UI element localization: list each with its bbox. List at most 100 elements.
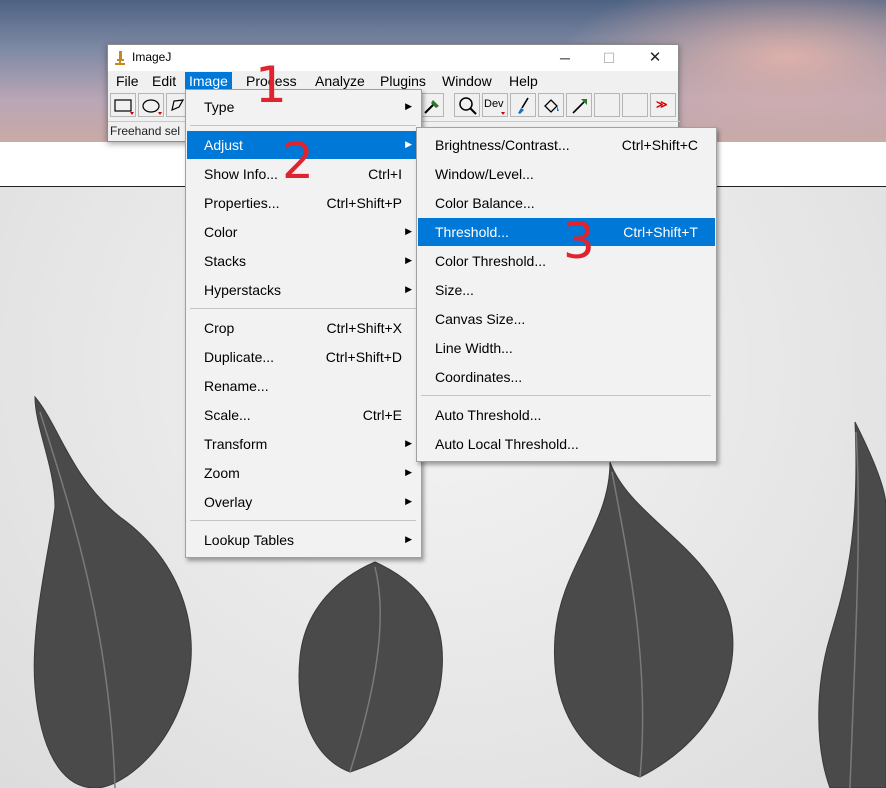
menu-item-brightness-contrast[interactable]: Brightness/Contrast... Ctrl+Shift+C	[418, 131, 715, 159]
menu-item-label: Auto Local Threshold...	[435, 436, 579, 452]
menu-item-coordinates[interactable]: Coordinates...	[418, 363, 715, 391]
leaf-1	[33, 395, 192, 788]
maximize-button[interactable]: ☐	[586, 45, 632, 71]
brush-tool[interactable]	[510, 93, 536, 117]
more-tools-button[interactable]: ≫	[650, 93, 676, 117]
menu-item-zoom[interactable]: Zoom ▶	[187, 459, 420, 487]
submenu-arrow-icon: ▶	[405, 496, 412, 506]
annotation-step-1: 1	[255, 56, 287, 114]
menu-image[interactable]: Image	[185, 72, 232, 90]
menu-item-shortcut: Ctrl+I	[368, 166, 402, 182]
menu-file[interactable]: File	[112, 72, 143, 90]
menu-edit[interactable]: Edit	[148, 72, 180, 90]
menu-item-auto-threshold[interactable]: Auto Threshold...	[418, 401, 715, 429]
menu-item-hyperstacks[interactable]: Hyperstacks ▶	[187, 276, 420, 304]
menu-item-label: Auto Threshold...	[435, 407, 542, 423]
dev-tool[interactable]: Dev	[482, 93, 508, 117]
submenu-arrow-icon: ▶	[405, 139, 412, 149]
polygon-tool[interactable]	[166, 93, 186, 117]
menu-item-shortcut: Ctrl+Shift+C	[621, 137, 698, 153]
menu-item-label: Hyperstacks	[204, 282, 282, 298]
menu-item-label: Duplicate...	[204, 349, 275, 365]
magnifier-tool[interactable]	[454, 93, 480, 117]
arrow-tool[interactable]	[566, 93, 592, 117]
menu-item-color[interactable]: Color ▶	[187, 218, 420, 246]
menu-bar: File Edit Image Process Analyze Plugins …	[108, 71, 678, 91]
eyedropper-icon	[424, 100, 439, 114]
menu-item-label: Crop	[204, 320, 235, 336]
magnifier-icon	[459, 97, 477, 115]
empty-tool-slot[interactable]	[622, 93, 648, 117]
menu-item-crop[interactable]: Crop Ctrl+Shift+X	[187, 314, 420, 342]
menu-item-label: Show Info...	[204, 166, 278, 182]
menu-item-label: Adjust	[204, 137, 243, 153]
leaf-3	[553, 461, 734, 778]
menu-item-label: Overlay	[204, 494, 253, 510]
menu-item-label: Scale...	[204, 407, 251, 423]
menu-separator	[421, 395, 711, 396]
window-title: ImageJ	[132, 50, 172, 64]
title-bar[interactable]: ImageJ ─ ☐ ✕	[108, 45, 678, 71]
submenu-arrow-icon: ▶	[405, 467, 412, 477]
submenu-arrow-icon: ▶	[405, 534, 412, 544]
annotation-step-3: 3	[563, 212, 595, 270]
menu-item-shortcut: Ctrl+E	[362, 407, 402, 423]
menu-item-label: Color Threshold...	[435, 253, 547, 269]
menu-analyze[interactable]: Analyze	[311, 72, 369, 90]
oval-tool[interactable]	[138, 93, 164, 117]
rectangle-tool[interactable]	[110, 93, 136, 117]
menu-item-label: Rename...	[204, 378, 269, 394]
flood-fill-tool[interactable]	[538, 93, 564, 117]
menu-item-label: Window/Level...	[435, 166, 534, 182]
menu-plugins[interactable]: Plugins	[376, 72, 430, 90]
menu-item-window-level[interactable]: Window/Level...	[418, 160, 715, 188]
menu-item-duplicate[interactable]: Duplicate... Ctrl+Shift+D	[187, 343, 420, 371]
submenu-arrow-icon: ▶	[405, 438, 412, 448]
submenu-arrow-icon: ▶	[405, 226, 412, 236]
menu-item-label: Threshold...	[435, 224, 509, 240]
empty-tool-slot[interactable]	[594, 93, 620, 117]
menu-item-properties[interactable]: Properties... Ctrl+Shift+P	[187, 189, 420, 217]
menu-item-shortcut: Ctrl+Shift+D	[325, 349, 402, 365]
adjust-submenu: Brightness/Contrast... Ctrl+Shift+C Wind…	[416, 127, 717, 462]
menu-item-auto-local-threshold[interactable]: Auto Local Threshold...	[418, 430, 715, 458]
menu-item-stacks[interactable]: Stacks ▶	[187, 247, 420, 275]
submenu-arrow-icon: ▶	[405, 255, 412, 265]
brush-icon	[518, 97, 529, 114]
close-button[interactable]: ✕	[632, 45, 678, 71]
menu-item-type[interactable]: Type ▶	[187, 93, 420, 121]
menu-item-label: Color Balance...	[435, 195, 535, 211]
menu-item-label: Transform	[204, 436, 268, 452]
menu-item-overlay[interactable]: Overlay ▶	[187, 488, 420, 516]
submenu-arrow-icon: ▶	[405, 101, 412, 111]
menu-item-label: Stacks	[204, 253, 247, 269]
menu-item-transform[interactable]: Transform ▶	[187, 430, 420, 458]
bucket-icon	[544, 99, 559, 113]
menu-item-label: Size...	[435, 282, 474, 298]
leaf-2	[298, 561, 443, 773]
more-tools-label: ≫	[656, 99, 668, 111]
menu-item-rename[interactable]: Rename...	[187, 372, 420, 400]
menu-separator	[190, 308, 416, 309]
menu-window[interactable]: Window	[438, 72, 496, 90]
minimize-button[interactable]: ─	[542, 45, 588, 71]
menu-item-line-width[interactable]: Line Width...	[418, 334, 715, 362]
menu-item-label: Zoom	[204, 465, 240, 481]
menu-item-label: Line Width...	[435, 340, 513, 356]
menu-separator	[190, 520, 416, 521]
menu-item-label: Color	[204, 224, 238, 240]
rectangle-icon	[114, 99, 134, 115]
menu-item-label: Lookup Tables	[204, 532, 295, 548]
arrow-icon	[572, 99, 587, 114]
menu-help[interactable]: Help	[505, 72, 542, 90]
menu-item-label: Properties...	[204, 195, 280, 211]
dropdown-indicator-icon	[501, 112, 505, 115]
menu-item-size[interactable]: Size...	[418, 276, 715, 304]
menu-item-shortcut: Ctrl+Shift+P	[326, 195, 402, 211]
menu-item-lookup-tables[interactable]: Lookup Tables ▶	[187, 526, 420, 554]
menu-item-canvas-size[interactable]: Canvas Size...	[418, 305, 715, 333]
microscope-icon	[115, 51, 125, 65]
menu-item-scale[interactable]: Scale... Ctrl+E	[187, 401, 420, 429]
menu-item-label: Canvas Size...	[435, 311, 526, 327]
menu-separator	[190, 125, 416, 126]
